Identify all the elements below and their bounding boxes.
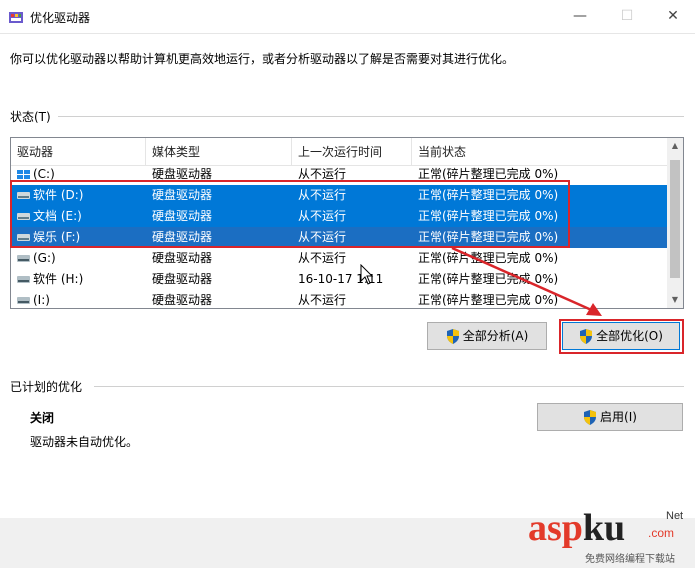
watermark-net: Net	[666, 510, 684, 522]
watermark-tagline: 免费网络编程下载站	[585, 554, 675, 565]
enable-button[interactable]: 启用(I)	[537, 403, 683, 431]
uac-shield-icon	[584, 410, 597, 425]
watermark-text: asp	[528, 507, 583, 549]
scheduled-label: 已计划的优化	[10, 380, 83, 394]
mouse-cursor-icon	[360, 264, 374, 285]
schedule-description: 驱动器未自动优化。	[30, 435, 139, 449]
enable-label: 启用(I)	[600, 410, 637, 424]
watermark-text-2: ku	[582, 507, 626, 549]
schedule-state: 关闭	[30, 411, 55, 425]
watermark-logo: aspku	[528, 508, 625, 548]
annotation-arrow	[451, 246, 602, 316]
watermark-suffix: .com	[648, 526, 675, 540]
scheduled-divider	[94, 386, 684, 387]
